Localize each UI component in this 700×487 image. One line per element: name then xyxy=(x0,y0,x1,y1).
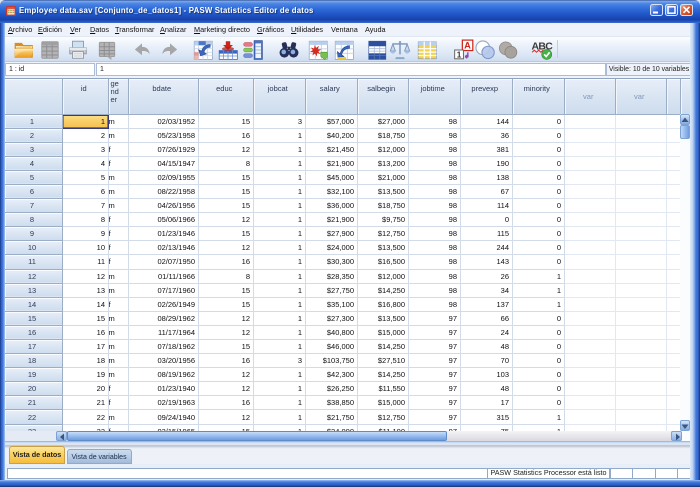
svg-text:1: 1 xyxy=(457,50,462,59)
svg-text:A: A xyxy=(464,40,471,50)
